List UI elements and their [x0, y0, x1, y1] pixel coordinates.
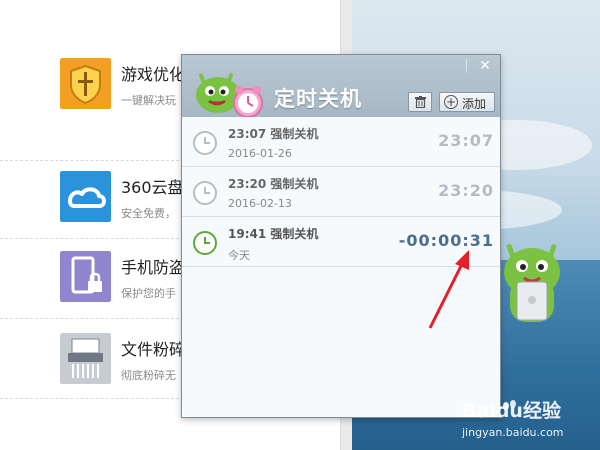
mascot-alarm-clock-icon [196, 73, 263, 118]
close-button[interactable]: ✕ [470, 55, 500, 77]
task-time: 23:20 [438, 181, 494, 200]
task-date: 2016-02-13 [228, 197, 292, 210]
tool-name: 文件粉碎 [121, 340, 186, 359]
add-task-button[interactable]: + 添加 [439, 92, 495, 112]
delete-button[interactable] [408, 92, 432, 112]
task-title: 19:41 强制关机 [228, 227, 319, 241]
tool-desc: 保护您的手 [121, 287, 176, 300]
clock-icon [193, 131, 217, 155]
task-row[interactable]: 23:07 强制关机 2016-01-26 23:07 [182, 117, 500, 167]
trash-icon [415, 96, 426, 108]
clock-icon [193, 181, 217, 205]
cloud-icon [60, 171, 111, 222]
title-bar[interactable]: 定时关机 ✕ + 添加 [182, 55, 500, 118]
scheduled-shutdown-dialog: 定时关机 ✕ + 添加 23:07 强制关机 2016-01-26 23:07 [181, 54, 501, 418]
task-title: 23:20 强制关机 [228, 177, 319, 191]
task-row[interactable]: 23:20 强制关机 2016-02-13 23:20 [182, 167, 500, 217]
tool-desc: 彻底粉碎无 [121, 369, 176, 382]
tool-name: 手机防盗 [121, 258, 186, 277]
task-title: 23:07 强制关机 [228, 127, 319, 141]
shield-sword-icon [60, 58, 111, 109]
shredder-icon [60, 333, 111, 384]
plus-circle-icon: + [444, 95, 458, 109]
annotation-arrow-icon [428, 250, 469, 329]
mascot-icon [504, 243, 560, 322]
clock-icon [193, 231, 217, 255]
dialog-title: 定时关机 [274, 87, 362, 111]
task-date: 2016-01-26 [228, 147, 292, 160]
watermark-brand: Baidu经验 [462, 400, 561, 422]
divider [466, 59, 467, 73]
tool-desc: 一键解决玩 [121, 94, 176, 107]
tool-name: 游戏优化 [121, 65, 186, 84]
tool-desc: 安全免费， [121, 207, 176, 220]
watermark-url: jingyan.baidu.com [462, 426, 564, 439]
task-date: 今天 [228, 249, 250, 262]
tool-name: 360云盘 [121, 178, 184, 197]
task-time: 23:07 [438, 131, 494, 150]
phone-lock-icon [60, 251, 111, 302]
add-button-label: 添加 [462, 97, 487, 111]
